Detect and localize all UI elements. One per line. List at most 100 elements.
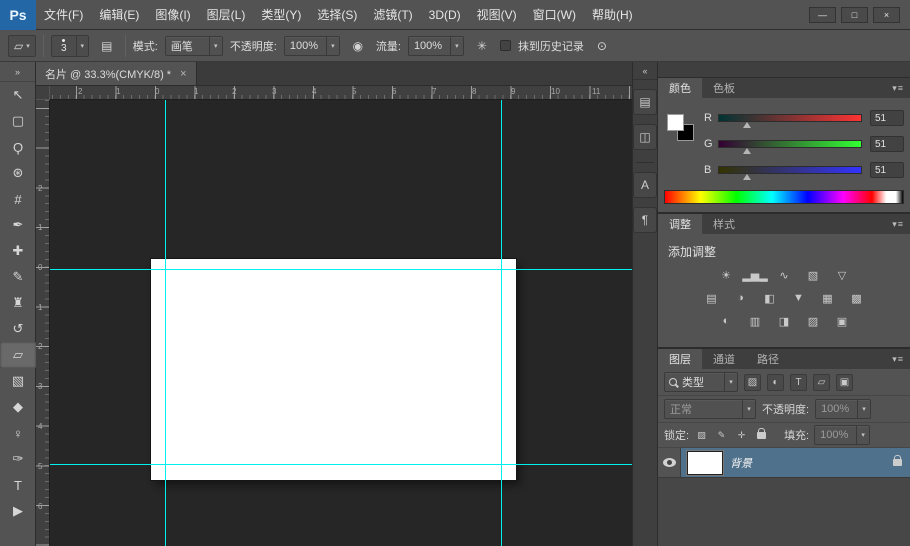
- filter-adjustment-layers-icon[interactable]: ◐: [767, 374, 784, 391]
- clone-stamp-tool[interactable]: ♜: [0, 290, 36, 316]
- color-spectrum-ramp[interactable]: [664, 190, 904, 204]
- pen-tool[interactable]: ✑: [0, 446, 36, 472]
- tab-layers[interactable]: 图层: [658, 349, 702, 369]
- panel-menu-icon[interactable]: ▾≡: [886, 214, 910, 234]
- filter-shape-layers-icon[interactable]: ▱: [813, 374, 830, 391]
- red-channel-value[interactable]: 51: [870, 110, 904, 126]
- filter-pixel-layers-icon[interactable]: ▨: [744, 374, 761, 391]
- layer-filter-dropdown[interactable]: 类型 ▾: [664, 372, 738, 392]
- filter-type-layers-icon[interactable]: T: [790, 374, 807, 391]
- blend-mode-dropdown[interactable]: 正常 ▾: [664, 399, 756, 419]
- menu-window[interactable]: 窗口(W): [525, 0, 584, 30]
- adjustment-photo-filter-icon[interactable]: ▼: [788, 290, 810, 306]
- guide-vertical-left[interactable]: [165, 100, 166, 546]
- layer-row-background[interactable]: 背景: [658, 448, 910, 478]
- lock-all-button[interactable]: [754, 428, 769, 443]
- tab-adjustments[interactable]: 调整: [658, 214, 702, 234]
- slider-thumb[interactable]: [743, 122, 751, 128]
- menu-image[interactable]: 图像(I): [147, 0, 198, 30]
- tab-close-icon[interactable]: ×: [180, 68, 186, 80]
- maximize-button[interactable]: □: [841, 7, 868, 23]
- history-brush-tool[interactable]: ↺: [0, 316, 36, 342]
- dodge-tool[interactable]: ♀: [0, 420, 36, 446]
- adjustment-brightness-contrast-icon[interactable]: ☀: [715, 267, 737, 283]
- mode-dropdown[interactable]: 画笔 ▾: [165, 36, 223, 56]
- lock-transparent-pixels-icon[interactable]: ▨: [694, 428, 709, 443]
- close-button[interactable]: ×: [873, 7, 900, 23]
- tool-preset-picker[interactable]: ▱ ▾: [8, 35, 36, 57]
- menu-filter[interactable]: 滤镜(T): [365, 0, 420, 30]
- layer-thumbnail[interactable]: [687, 451, 723, 475]
- adjustment-hue-saturation-icon[interactable]: ▤: [701, 290, 723, 306]
- adjustment-invert-icon[interactable]: ◐: [715, 313, 737, 329]
- green-channel-slider[interactable]: [718, 140, 862, 148]
- minimize-button[interactable]: —: [809, 7, 836, 23]
- brush-tool[interactable]: ✎: [0, 264, 36, 290]
- tab-color[interactable]: 颜色: [658, 78, 702, 98]
- crop-tool[interactable]: #: [0, 186, 36, 212]
- toggle-brush-panel-button[interactable]: ▤: [96, 35, 118, 56]
- eyedropper-tool[interactable]: ✒: [0, 212, 36, 238]
- blur-tool[interactable]: ◆: [0, 394, 36, 420]
- adjustment-vibrance-icon[interactable]: ▽: [831, 267, 853, 283]
- slider-thumb[interactable]: [743, 174, 751, 180]
- filter-smart-objects-icon[interactable]: ▣: [836, 374, 853, 391]
- lock-image-pixels-icon[interactable]: ✎: [714, 428, 729, 443]
- flow-dropdown[interactable]: 100% ▾: [408, 36, 464, 56]
- layer-fill-dropdown[interactable]: 100% ▾: [814, 425, 870, 445]
- vertical-ruler[interactable]: 2 1 0 1 2 3 4 5 6: [36, 100, 50, 546]
- character-panel-button[interactable]: A: [633, 172, 657, 198]
- adjustment-color-lookup-icon[interactable]: ▩: [846, 290, 868, 306]
- menu-select[interactable]: 选择(S): [309, 0, 365, 30]
- history-panel-button[interactable]: ▤: [633, 89, 657, 115]
- panel-menu-icon[interactable]: ▾≡: [886, 349, 910, 369]
- horizontal-ruler[interactable]: 2 1 0 1 2 3 4 5 6 7 8 9 10 11: [50, 86, 632, 100]
- guide-vertical-right[interactable]: [501, 100, 502, 546]
- brush-preset-picker[interactable]: 3 ▾: [51, 35, 89, 57]
- menu-3d[interactable]: 3D(D): [421, 0, 469, 30]
- blue-channel-value[interactable]: 51: [870, 162, 904, 178]
- adjustment-black-white-icon[interactable]: ◧: [759, 290, 781, 306]
- tab-channels[interactable]: 通道: [702, 349, 746, 369]
- foreground-background-swatches[interactable]: [667, 114, 697, 144]
- expand-panels-button[interactable]: «: [633, 62, 657, 80]
- airbrush-icon[interactable]: ✳: [471, 35, 493, 56]
- tablet-pressure-size-icon[interactable]: ⊙: [591, 35, 613, 56]
- erase-to-history-checkbox[interactable]: [500, 40, 511, 51]
- path-selection-tool[interactable]: ▶: [0, 498, 36, 524]
- menu-help[interactable]: 帮助(H): [584, 0, 641, 30]
- adjustment-threshold-icon[interactable]: ◨: [773, 313, 795, 329]
- menu-view[interactable]: 视图(V): [469, 0, 525, 30]
- slider-thumb[interactable]: [743, 148, 751, 154]
- canvas[interactable]: [50, 100, 632, 546]
- type-tool[interactable]: T: [0, 472, 36, 498]
- opacity-dropdown[interactable]: 100% ▾: [284, 36, 340, 56]
- guide-horizontal-top[interactable]: [50, 269, 632, 270]
- blue-channel-slider[interactable]: [718, 166, 862, 174]
- red-channel-slider[interactable]: [718, 114, 862, 122]
- lock-position-icon[interactable]: ✛: [734, 428, 749, 443]
- adjustment-levels-icon[interactable]: ▂▅▂: [744, 267, 766, 283]
- adjustment-posterize-icon[interactable]: ▥: [744, 313, 766, 329]
- layer-visibility-toggle[interactable]: [658, 448, 681, 477]
- move-tool[interactable]: ↖: [0, 82, 36, 108]
- adjustment-exposure-icon[interactable]: ▧: [802, 267, 824, 283]
- tab-swatches[interactable]: 色板: [702, 78, 746, 98]
- foreground-color-swatch[interactable]: [667, 114, 684, 131]
- paragraph-panel-button[interactable]: ¶: [633, 207, 657, 233]
- document-canvas[interactable]: [151, 259, 516, 480]
- green-channel-value[interactable]: 51: [870, 136, 904, 152]
- guide-horizontal-bottom[interactable]: [50, 464, 632, 465]
- tab-paths[interactable]: 路径: [746, 349, 790, 369]
- adjustment-channel-mixer-icon[interactable]: ▦: [817, 290, 839, 306]
- menu-type[interactable]: 类型(Y): [253, 0, 309, 30]
- tablet-pressure-opacity-icon[interactable]: ◉: [347, 35, 369, 56]
- panel-menu-icon[interactable]: ▾≡: [886, 78, 910, 98]
- spot-healing-brush-tool[interactable]: ✚: [0, 238, 36, 264]
- gradient-tool[interactable]: ▧: [0, 368, 36, 394]
- quick-selection-tool[interactable]: ⊛: [0, 160, 36, 186]
- eraser-tool[interactable]: ▱: [0, 342, 36, 368]
- properties-panel-button[interactable]: ◫: [633, 124, 657, 150]
- menu-file[interactable]: 文件(F): [36, 0, 91, 30]
- adjustment-selective-color-icon[interactable]: ▣: [831, 313, 853, 329]
